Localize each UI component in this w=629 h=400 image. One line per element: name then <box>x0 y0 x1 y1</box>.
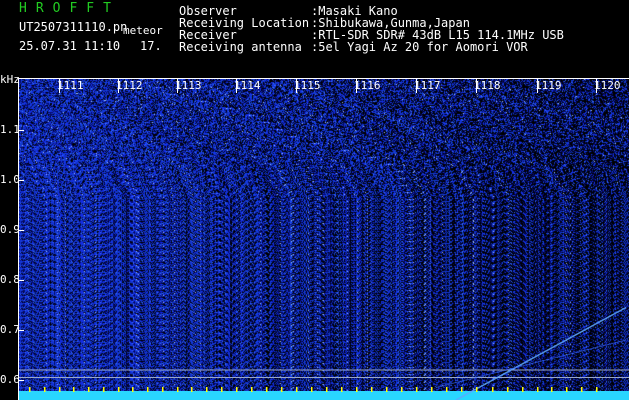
x-tick-label: 1116 <box>354 79 381 92</box>
minute-marker <box>177 387 179 392</box>
minute-marker <box>44 387 46 392</box>
y-tick-label: 0.8 <box>0 273 20 286</box>
x-tick-label: 1111 <box>57 79 84 92</box>
minute-marker <box>507 387 509 392</box>
minute-marker <box>551 387 553 392</box>
minute-marker <box>356 387 358 392</box>
x-tick-label: 1113 <box>175 79 202 92</box>
minute-marker <box>221 387 223 392</box>
minute-marker <box>88 387 90 392</box>
minute-marker <box>266 387 268 392</box>
minute-marker <box>581 387 583 392</box>
minute-marker <box>281 387 283 392</box>
minute-marker <box>206 387 208 392</box>
y-tick-label: 0.9 <box>0 223 20 236</box>
minute-marker <box>59 387 61 392</box>
meteor-trail-faint <box>435 339 627 388</box>
minute-marker <box>446 387 448 392</box>
minute-marker <box>431 387 433 392</box>
x-tick-label: 1114 <box>234 79 261 92</box>
minute-marker <box>236 387 238 392</box>
minute-marker <box>162 387 164 392</box>
minute-marker <box>147 387 149 392</box>
file-suffix: meteor <box>123 24 163 37</box>
spectrogram-plot <box>18 79 629 400</box>
y-tick-label: 0.7 <box>0 323 20 336</box>
x-tick-mark <box>537 79 538 93</box>
x-tick-label: 1112 <box>116 79 143 92</box>
minute-marker <box>103 387 105 392</box>
info-value-antenna: :5el Yagi Az 20 for Aomori VOR <box>311 40 528 54</box>
minute-marker <box>522 387 524 392</box>
x-tick-mark <box>596 79 597 93</box>
file-name: UT2507311110.pn <box>19 20 128 34</box>
minute-marker <box>566 387 568 392</box>
minute-marker <box>416 387 418 392</box>
minute-count: 17. <box>140 39 162 53</box>
minute-marker <box>326 387 328 392</box>
minute-marker <box>296 387 298 392</box>
hrofft-window: HROFFT UT2507311110.pn meteor 25.07.31 1… <box>0 0 629 400</box>
spectrogram-overlay <box>18 306 629 400</box>
minute-marker <box>386 387 388 392</box>
x-tick-label: 1118 <box>474 79 501 92</box>
minute-marker <box>118 387 120 392</box>
minute-marker <box>492 387 494 392</box>
x-tick-mark <box>59 79 60 93</box>
x-tick-mark <box>296 79 297 93</box>
x-tick-mark <box>118 79 119 93</box>
minute-marker <box>311 387 313 392</box>
x-tick-mark <box>476 79 477 93</box>
minute-marker <box>371 387 373 392</box>
date-time: 25.07.31 11:10 <box>19 39 121 53</box>
minute-marker <box>461 387 463 392</box>
brand-title: HROFFT <box>19 1 120 16</box>
x-tick-label: 1115 <box>294 79 321 92</box>
x-tick-mark <box>416 79 417 93</box>
minute-marker <box>251 387 253 392</box>
meteor-trail <box>455 306 627 400</box>
minute-marker <box>29 387 31 392</box>
x-tick-label: 1120 <box>594 79 621 92</box>
minute-marker <box>537 387 539 392</box>
info-label-antenna: Receiving antenna <box>179 40 302 54</box>
x-tick-mark <box>177 79 178 93</box>
minute-marker <box>73 387 75 392</box>
y-tick-label: 1.1 <box>0 123 20 136</box>
x-tick-label: 1119 <box>535 79 562 92</box>
x-tick-label: 1117 <box>414 79 441 92</box>
minute-marker <box>341 387 343 392</box>
y-axis-line <box>18 79 19 400</box>
x-axis-line <box>18 78 629 79</box>
y-tick-label: 0.6 <box>0 373 20 386</box>
x-tick-mark <box>356 79 357 93</box>
x-tick-mark <box>236 79 237 93</box>
y-tick-label: 1.0 <box>0 173 20 186</box>
minute-marker <box>401 387 403 392</box>
y-axis-unit: kHz <box>0 73 20 86</box>
minute-marker <box>191 387 193 392</box>
minute-marker <box>596 387 598 392</box>
minute-marker <box>476 387 478 392</box>
minute-marker <box>132 387 134 392</box>
